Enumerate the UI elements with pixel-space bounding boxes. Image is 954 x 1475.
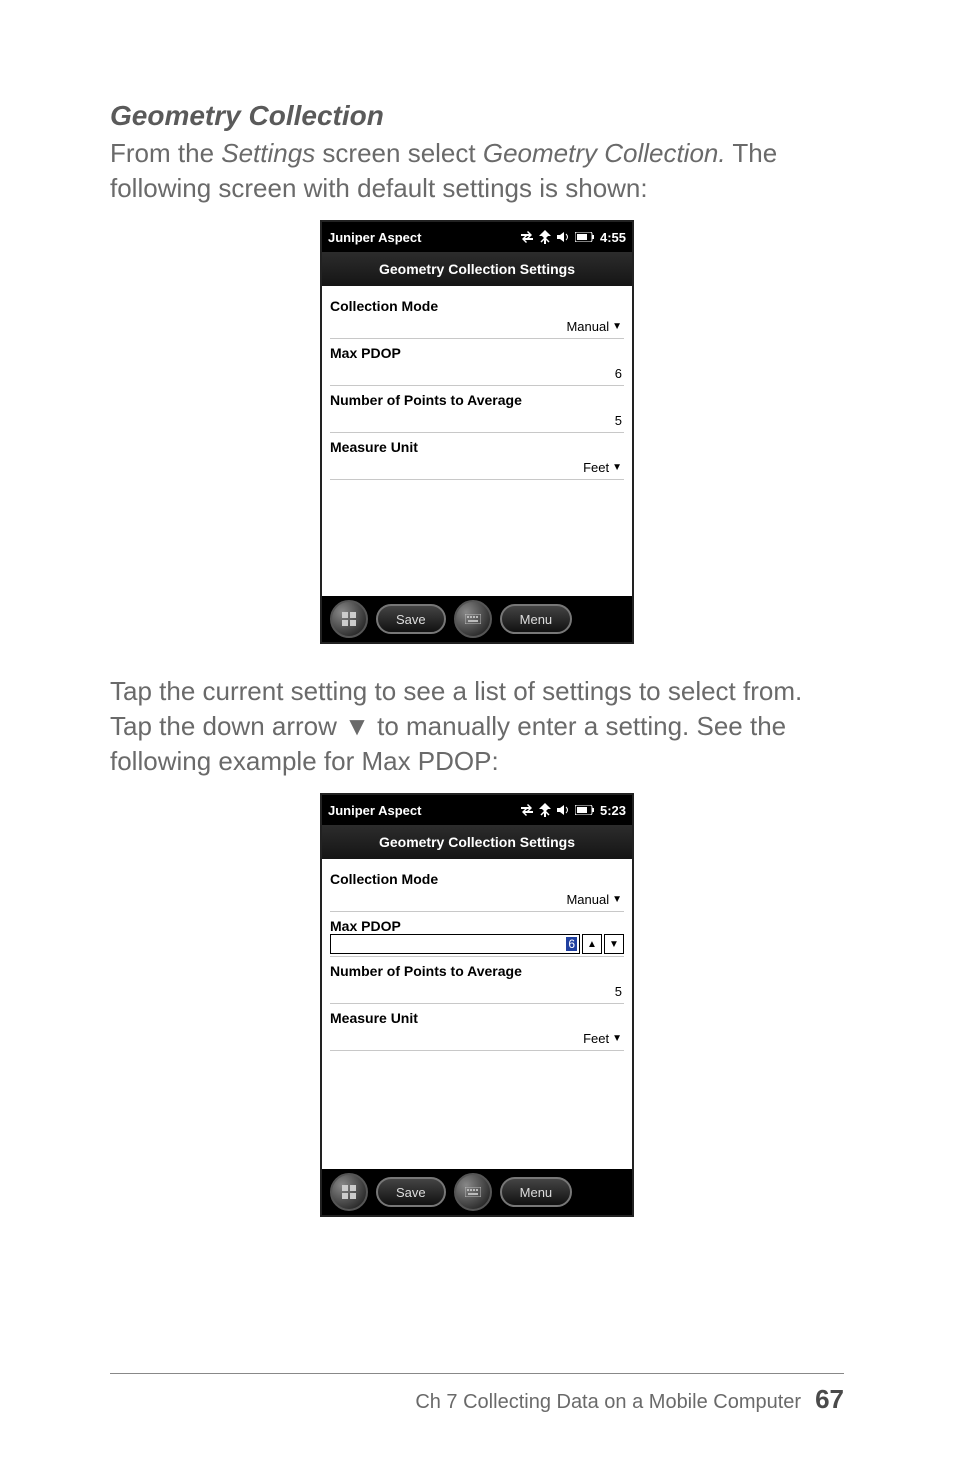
screen-title: Geometry Collection Settings xyxy=(322,825,632,859)
collection-mode-value[interactable]: Manual▼ xyxy=(330,314,624,339)
text-italic: Settings xyxy=(221,138,315,168)
sync-icon xyxy=(520,231,534,243)
sync-icon xyxy=(520,804,534,816)
screenshot-2: Juniper Aspect 5:23 xyxy=(110,793,844,1217)
signal-off-icon xyxy=(539,230,551,244)
measure-unit-label: Measure Unit xyxy=(330,1010,624,1026)
down-arrow-glyph: ▼ xyxy=(344,711,370,741)
section-heading: Geometry Collection xyxy=(110,100,844,132)
max-pdop-label: Max PDOP xyxy=(330,345,624,361)
chevron-down-icon: ▼ xyxy=(612,462,622,473)
keyboard-button[interactable] xyxy=(454,600,492,638)
screen-title: Geometry Collection Settings xyxy=(322,252,632,286)
collection-mode-value[interactable]: Manual▼ xyxy=(330,887,624,912)
save-button[interactable]: Save xyxy=(376,604,446,634)
soft-key-bar: Save Menu xyxy=(322,596,632,642)
soft-key-bar: Save Menu xyxy=(322,1169,632,1215)
max-pdop-input-row: 6 ▲ ▼ xyxy=(330,934,624,957)
chevron-down-icon: ▼ xyxy=(612,321,622,332)
menu-button[interactable]: Menu xyxy=(500,604,573,634)
num-points-value[interactable]: 5 xyxy=(330,408,624,433)
battery-icon xyxy=(575,232,595,242)
max-pdop-label: Max PDOP xyxy=(330,918,624,934)
settings-content: Collection Mode Manual▼ Max PDOP 6 ▲ ▼ N… xyxy=(322,859,632,1169)
value-text: Manual xyxy=(566,892,609,907)
collection-mode-label: Collection Mode xyxy=(330,871,624,887)
mid-paragraph: Tap the current setting to see a list of… xyxy=(110,674,844,779)
text: screen select xyxy=(315,138,483,168)
value-text: Manual xyxy=(566,319,609,334)
num-points-label: Number of Points to Average xyxy=(330,963,624,979)
app-title: Juniper Aspect xyxy=(328,230,520,245)
status-icons: 5:23 xyxy=(520,803,626,818)
app-title: Juniper Aspect xyxy=(328,803,520,818)
menu-button[interactable]: Menu xyxy=(500,1177,573,1207)
chevron-down-icon: ▼ xyxy=(612,894,622,905)
stepper-down[interactable]: ▼ xyxy=(604,934,624,954)
text-italic: Geometry Collection. xyxy=(483,138,726,168)
clock: 4:55 xyxy=(600,230,626,245)
clock: 5:23 xyxy=(600,803,626,818)
page-footer: Ch 7 Collecting Data on a Mobile Compute… xyxy=(110,1373,844,1415)
start-button[interactable] xyxy=(330,1173,368,1211)
status-icons: 4:55 xyxy=(520,230,626,245)
title-bar: Juniper Aspect 4:55 xyxy=(322,222,632,252)
intro-paragraph: From the Settings screen select Geometry… xyxy=(110,136,844,206)
text: From the xyxy=(110,138,221,168)
battery-icon xyxy=(575,805,595,815)
start-button[interactable] xyxy=(330,600,368,638)
max-pdop-input[interactable]: 6 xyxy=(330,934,580,954)
num-points-value[interactable]: 5 xyxy=(330,979,624,1004)
measure-unit-value[interactable]: Feet▼ xyxy=(330,455,624,480)
max-pdop-value[interactable]: 6 xyxy=(330,361,624,386)
signal-off-icon xyxy=(539,803,551,817)
volume-icon xyxy=(556,804,570,816)
num-points-label: Number of Points to Average xyxy=(330,392,624,408)
title-bar: Juniper Aspect 5:23 xyxy=(322,795,632,825)
device-frame: Juniper Aspect 5:23 xyxy=(320,793,634,1217)
value-text: 6 xyxy=(615,366,622,381)
measure-unit-label: Measure Unit xyxy=(330,439,624,455)
chapter-label: Ch 7 Collecting Data on a Mobile Compute… xyxy=(415,1391,801,1414)
volume-icon xyxy=(556,231,570,243)
save-button[interactable]: Save xyxy=(376,1177,446,1207)
keyboard-button[interactable] xyxy=(454,1173,492,1211)
device-frame: Juniper Aspect 4:55 xyxy=(320,220,634,644)
settings-content: Collection Mode Manual▼ Max PDOP 6 Numbe… xyxy=(322,286,632,596)
value-text: Feet xyxy=(583,1031,609,1046)
value-text: 5 xyxy=(615,413,622,428)
measure-unit-value[interactable]: Feet▼ xyxy=(330,1026,624,1051)
value-text: 5 xyxy=(615,984,622,999)
value-text: Feet xyxy=(583,460,609,475)
chevron-down-icon: ▼ xyxy=(612,1033,622,1044)
collection-mode-label: Collection Mode xyxy=(330,298,624,314)
page-number: 67 xyxy=(815,1384,844,1415)
stepper-up[interactable]: ▲ xyxy=(582,934,602,954)
screenshot-1: Juniper Aspect 4:55 xyxy=(110,220,844,644)
page: Geometry Collection From the Settings sc… xyxy=(0,0,954,1475)
input-value: 6 xyxy=(566,937,577,951)
